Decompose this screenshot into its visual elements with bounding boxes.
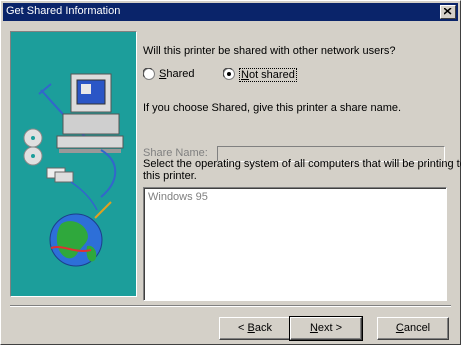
cancel-button[interactable]: Cancel	[377, 317, 449, 340]
printer-network-illustration	[10, 31, 137, 297]
dialog-window: Get Shared Information Will this printer…	[0, 0, 461, 345]
share-hint: If you choose Shared, give this printer …	[143, 102, 402, 114]
window-title: Get Shared Information	[6, 5, 121, 17]
not-shared-label[interactable]: Not shared	[239, 68, 297, 82]
next-button[interactable]: Next >	[289, 316, 363, 341]
os-prompt-line2: this printer.	[143, 170, 197, 182]
close-button[interactable]	[440, 5, 456, 19]
divider	[10, 305, 451, 307]
back-button[interactable]: < Back	[219, 317, 291, 340]
os-prompt-line1: Select the operating system of all compu…	[143, 158, 461, 170]
share-question: Will this printer be shared with other n…	[143, 45, 396, 57]
list-item[interactable]: Windows 95	[148, 191, 208, 203]
title-bar[interactable]: Get Shared Information	[3, 3, 458, 21]
close-icon	[444, 8, 452, 15]
not-shared-radio[interactable]	[223, 68, 235, 80]
os-listbox[interactable]: Windows 95	[143, 187, 447, 301]
shared-label[interactable]: Shared	[159, 68, 194, 80]
shared-radio[interactable]	[143, 68, 155, 80]
